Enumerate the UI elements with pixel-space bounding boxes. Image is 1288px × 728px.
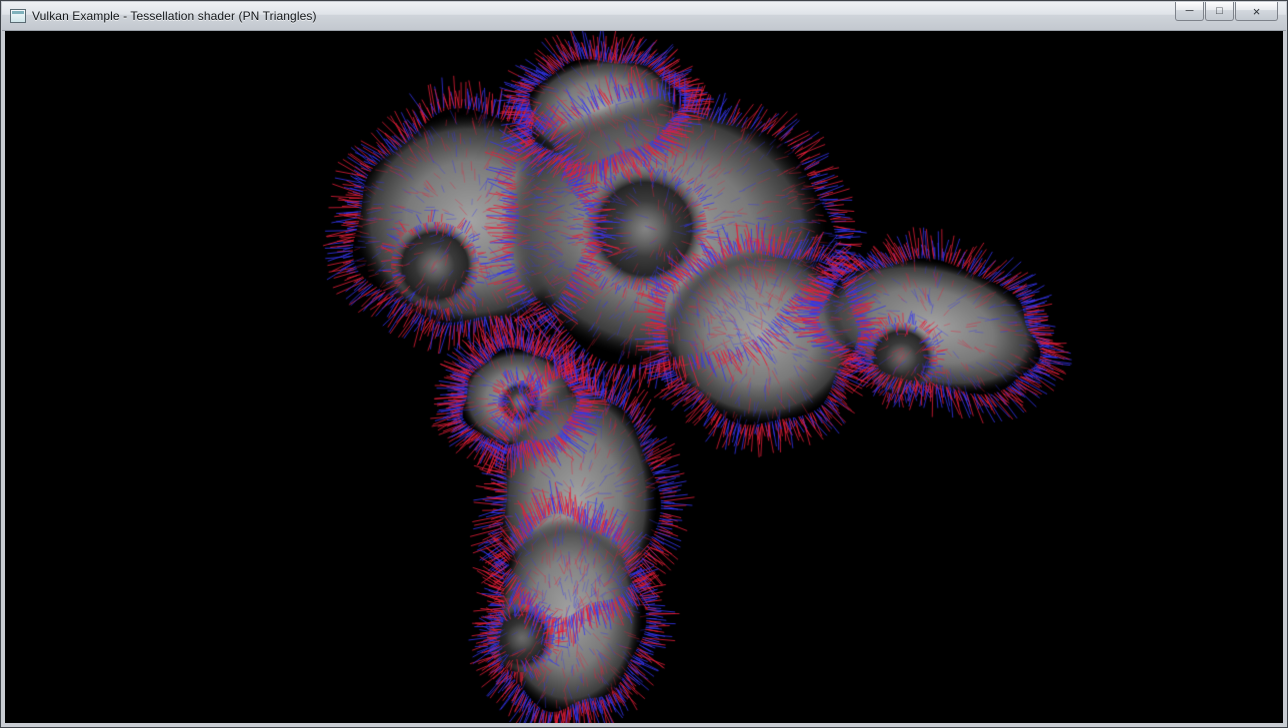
maximize-button[interactable]: □ xyxy=(1205,2,1234,21)
viewport-canvas[interactable] xyxy=(5,31,1283,723)
app-icon[interactable] xyxy=(10,9,26,23)
window-controls: ─ □ × xyxy=(1174,2,1278,21)
render-viewport xyxy=(5,31,1283,723)
window-title: Vulkan Example - Tessellation shader (PN… xyxy=(32,9,317,23)
minimize-button[interactable]: ─ xyxy=(1175,2,1204,21)
close-button[interactable]: × xyxy=(1235,2,1278,21)
app-window: Vulkan Example - Tessellation shader (PN… xyxy=(0,0,1288,728)
title-bar[interactable]: Vulkan Example - Tessellation shader (PN… xyxy=(2,2,1286,31)
